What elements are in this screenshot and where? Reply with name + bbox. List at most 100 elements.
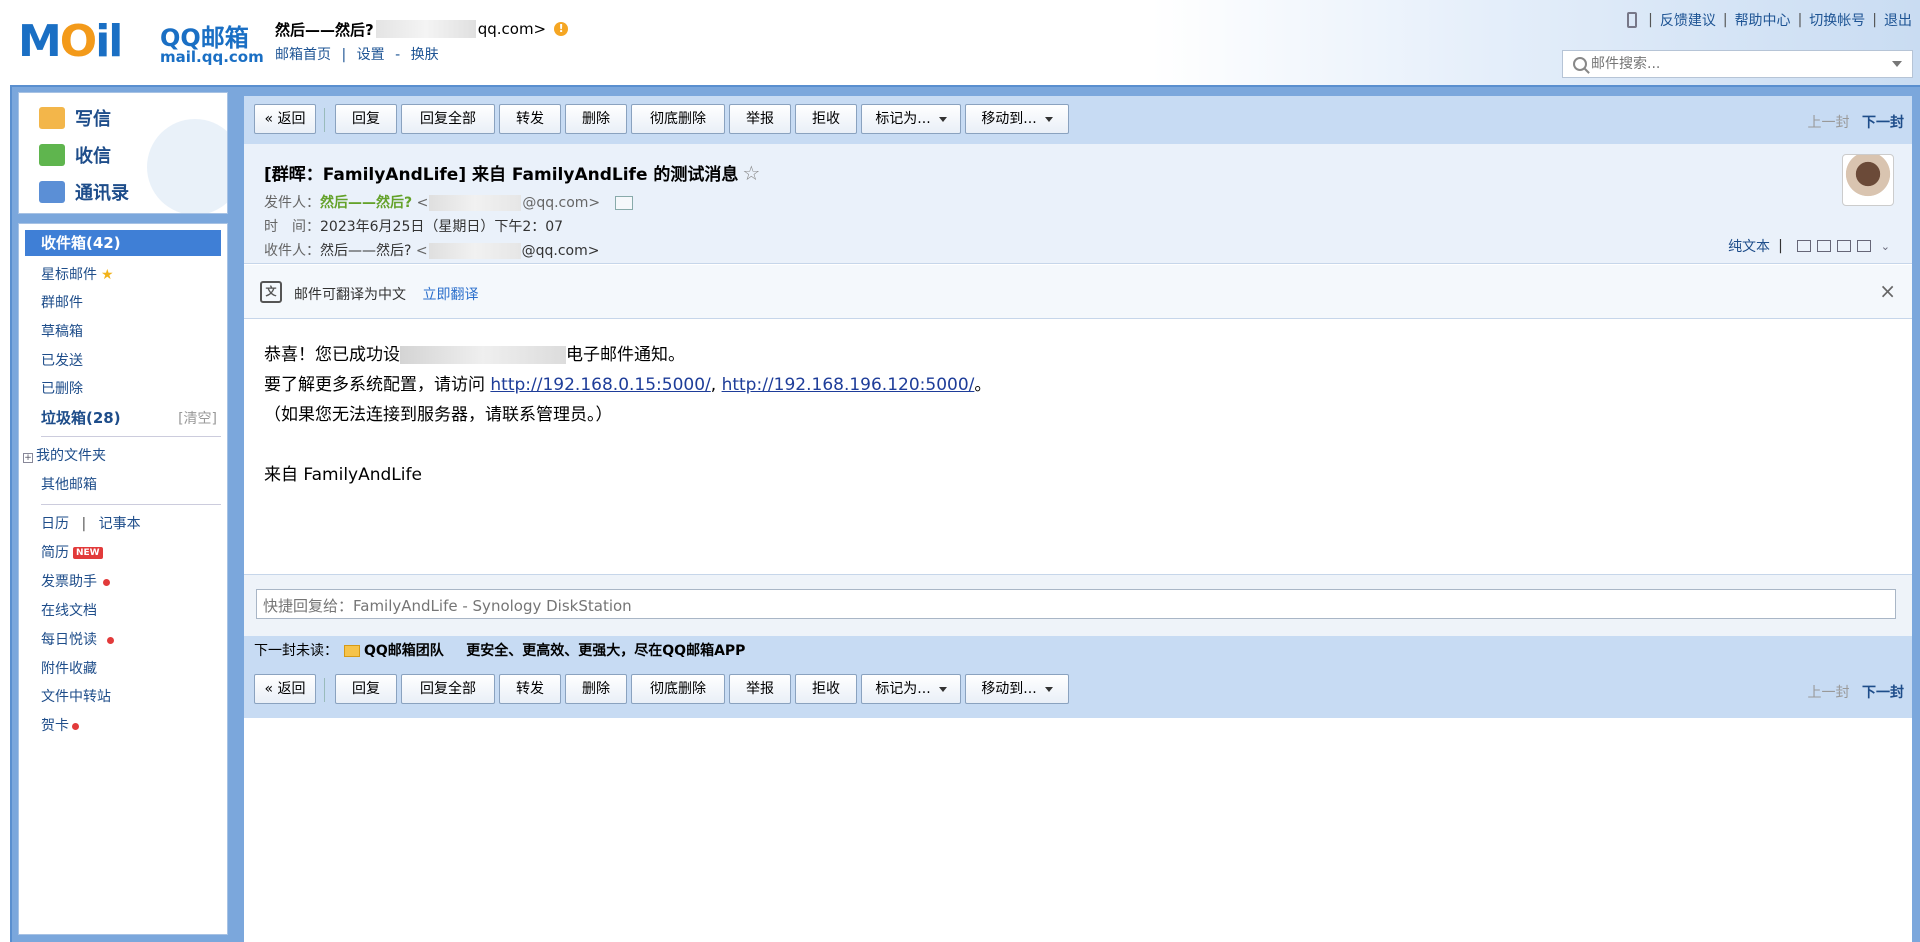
report-button[interactable]: 举报 xyxy=(729,674,791,704)
logo-domain: mail.qq.com xyxy=(160,48,264,66)
reply-all-button[interactable]: 回复全部 xyxy=(401,674,495,704)
warning-icon[interactable]: ! xyxy=(554,22,569,36)
chevron-down-icon xyxy=(1044,116,1053,122)
forward-button[interactable]: 转发 xyxy=(499,674,561,704)
translate-icon: 文 xyxy=(260,281,282,303)
chevron-down-icon xyxy=(938,686,947,692)
user-email-suffix: qq.com> xyxy=(477,20,547,38)
quick-reply-input[interactable] xyxy=(256,589,1896,619)
sender-avatar[interactable] xyxy=(1842,154,1894,206)
back-button[interactable]: « 返回 xyxy=(254,104,316,134)
reply-button[interactable]: 回复 xyxy=(335,674,397,704)
print-icon[interactable] xyxy=(1856,240,1871,252)
app-attachments[interactable]: 附件收藏 xyxy=(41,658,97,678)
purge-button[interactable]: 彻底删除 xyxy=(631,674,725,704)
next-unread-sender[interactable]: QQ邮箱团队 xyxy=(364,643,444,659)
move-to-dropdown[interactable]: 移动到... xyxy=(965,104,1069,134)
reply-button[interactable]: 回复 xyxy=(335,104,397,134)
next-mail-link[interactable]: 下一封 xyxy=(1862,685,1904,701)
inbox-download-icon xyxy=(39,144,65,166)
calendar-notebook-row: 日历 | 记事本 xyxy=(41,516,141,532)
folder-starred[interactable]: 星标邮件 ★ xyxy=(41,264,114,284)
app-invoice[interactable]: 发票助手 xyxy=(41,571,110,591)
purge-button[interactable]: 彻底删除 xyxy=(631,104,725,134)
mail-search-input[interactable] xyxy=(1591,56,1892,72)
report-button[interactable]: 举报 xyxy=(729,104,791,134)
close-icon[interactable]: × xyxy=(1879,279,1896,303)
notebook-link[interactable]: 记事本 xyxy=(99,516,141,532)
clear-spam-link[interactable]: [清空] xyxy=(178,408,217,428)
expand-plus-icon[interactable]: + xyxy=(23,453,33,463)
plain-text-link[interactable]: 纯文本 xyxy=(1728,236,1770,256)
star-outline-icon[interactable]: ☆ xyxy=(742,161,760,185)
time-row: 时 间：2023年6月25日（星期日）下午2：07 xyxy=(264,219,564,235)
sender-name[interactable]: 然后——然后? xyxy=(320,195,412,211)
mail-body: 恭喜！您已成功设 电子邮件通知。 要了解更多系统配置，请访问 http://192… xyxy=(264,340,991,490)
switch-account-link[interactable]: 切换帐号 xyxy=(1809,10,1865,30)
envelope-icon xyxy=(344,645,360,657)
contacts-button[interactable]: 通讯录 xyxy=(39,179,129,205)
reject-button[interactable]: 拒收 xyxy=(795,674,857,704)
recipient-name[interactable]: 然后——然后? xyxy=(320,243,411,259)
user-block: 然后——然后? qq.com> ! 邮箱首页 | 设置 - 换肤 xyxy=(275,18,569,64)
copy-icon[interactable] xyxy=(1816,240,1831,252)
mail-home-link[interactable]: 邮箱首页 xyxy=(275,47,331,63)
app-daily-read[interactable]: 每日悦读 xyxy=(41,629,114,649)
help-link[interactable]: 帮助中心 xyxy=(1735,10,1791,30)
qq-mail-logo[interactable]: MOil QQ邮箱 mail.qq.com xyxy=(18,14,264,67)
folder-deleted[interactable]: 已删除 xyxy=(41,378,83,398)
app-cards[interactable]: 贺卡 xyxy=(41,715,79,735)
app-docs[interactable]: 在线文档 xyxy=(41,600,97,620)
settings-link[interactable]: 设置 xyxy=(357,47,385,63)
mark-as-dropdown[interactable]: 标记为... xyxy=(861,674,961,704)
new-badge: NEW xyxy=(73,547,103,559)
contact-card-icon[interactable] xyxy=(614,196,633,210)
receive-button[interactable]: 收信 xyxy=(39,142,111,168)
double-chevron-down-icon[interactable]: ⌄ xyxy=(1881,240,1890,253)
skin-link[interactable]: 换肤 xyxy=(411,47,439,63)
system-link-2[interactable]: http://192.168.196.120:5000/ xyxy=(722,375,975,395)
next-mail-link[interactable]: 下一封 xyxy=(1862,115,1904,131)
delete-button[interactable]: 删除 xyxy=(565,674,627,704)
mail-header: [群晖：FamilyAndLife] 来自 FamilyAndLife 的测试消… xyxy=(244,144,1912,264)
mail-search-box xyxy=(1562,50,1913,78)
reply-all-button[interactable]: 回复全部 xyxy=(401,104,495,134)
logout-link[interactable]: 退出 xyxy=(1884,10,1912,30)
folder-drafts[interactable]: 草稿箱 xyxy=(41,321,83,341)
forward-button[interactable]: 转发 xyxy=(499,104,561,134)
mail-time: 2023年6月25日（星期日）下午2：07 xyxy=(320,219,564,235)
delete-button[interactable]: 删除 xyxy=(565,104,627,134)
prev-mail-link[interactable]: 上一封 xyxy=(1808,685,1850,701)
next-unread-subject[interactable]: 更安全、更高效、更强大，尽在QQ邮箱APP xyxy=(466,643,745,659)
move-to-dropdown[interactable]: 移动到... xyxy=(965,674,1069,704)
folder-my-folders[interactable]: + 我的文件夹 xyxy=(23,445,106,465)
system-link-1[interactable]: http://192.168.0.15:5000/ xyxy=(490,375,710,395)
save-icon[interactable] xyxy=(1836,240,1851,252)
pencil-icon xyxy=(39,107,65,129)
top-right-links: | 反馈建议 | 帮助中心 | 切换帐号 | 退出 xyxy=(1627,10,1912,30)
compose-button[interactable]: 写信 xyxy=(39,105,111,131)
folder-group[interactable]: 群邮件 xyxy=(41,292,83,312)
folder-sent[interactable]: 已发送 xyxy=(41,350,83,370)
new-window-icon[interactable] xyxy=(1796,240,1811,252)
calendar-link[interactable]: 日历 xyxy=(41,516,69,532)
unread-dot-icon xyxy=(107,636,114,644)
folder-other-mail[interactable]: 其他邮箱 xyxy=(41,474,97,494)
reject-button[interactable]: 拒收 xyxy=(795,104,857,134)
mark-as-dropdown[interactable]: 标记为... xyxy=(861,104,961,134)
translate-now-link[interactable]: 立即翻译 xyxy=(422,287,478,303)
folder-spam[interactable]: 垃圾箱(28) xyxy=(41,407,121,428)
phone-icon[interactable] xyxy=(1627,12,1638,28)
feedback-link[interactable]: 反馈建议 xyxy=(1660,10,1716,30)
back-button[interactable]: « 返回 xyxy=(254,674,316,704)
body-line: 恭喜！您已成功设 电子邮件通知。 xyxy=(264,345,685,365)
search-dropdown-icon[interactable] xyxy=(1892,61,1902,67)
nav-divider xyxy=(41,504,221,505)
app-file-transfer[interactable]: 文件中转站 xyxy=(41,686,111,706)
quick-actions-panel: 写信 收信 通讯录 xyxy=(18,92,228,214)
user-name: 然后——然后? xyxy=(275,20,374,39)
folder-inbox[interactable]: 收件箱(42) xyxy=(25,230,221,256)
app-resume[interactable]: 简历 NEW xyxy=(41,542,103,562)
prev-mail-link[interactable]: 上一封 xyxy=(1808,115,1850,131)
unread-dot-icon xyxy=(103,578,110,586)
